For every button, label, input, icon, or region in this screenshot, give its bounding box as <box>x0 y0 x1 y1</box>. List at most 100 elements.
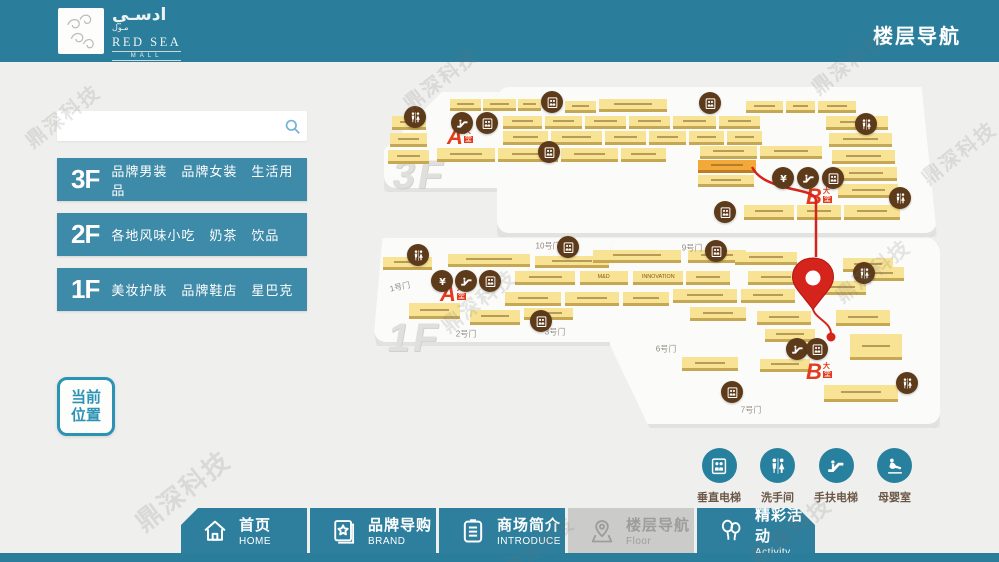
store-block[interactable] <box>545 116 582 129</box>
store-block[interactable] <box>786 101 815 113</box>
nav-item-home[interactable]: 首页HOME <box>181 508 307 553</box>
store-block[interactable] <box>621 148 666 162</box>
store-block[interactable] <box>388 150 429 164</box>
elevator-icon <box>699 92 721 114</box>
floor-button-3f[interactable]: 3F 品牌男装 品牌女装 生活用品 <box>57 158 307 201</box>
store-block[interactable] <box>844 205 900 220</box>
store-block[interactable] <box>835 167 897 181</box>
store-block[interactable] <box>700 146 757 159</box>
gate-label: 2号门 <box>456 329 476 340</box>
store-block[interactable] <box>824 385 898 402</box>
page-title: 楼层导航 <box>873 20 961 49</box>
store-block[interactable] <box>673 289 737 303</box>
store-block[interactable] <box>518 99 541 111</box>
restroom-icon <box>896 372 918 394</box>
store-block[interactable] <box>505 292 561 306</box>
store-block[interactable] <box>470 310 520 325</box>
store-block[interactable] <box>689 131 724 145</box>
store-block[interactable] <box>623 292 669 306</box>
store-block[interactable] <box>760 359 810 372</box>
store-block[interactable] <box>832 150 895 164</box>
store-block[interactable] <box>551 131 602 145</box>
zone-suffix-bottom: 堂 <box>823 371 832 378</box>
store-block[interactable] <box>515 271 575 285</box>
restroom-icon <box>853 262 875 284</box>
store-label: INNOVATION <box>642 274 675 279</box>
money-icon: ¥ <box>772 167 794 189</box>
store-block[interactable] <box>483 99 516 111</box>
store-block[interactable] <box>629 116 670 129</box>
search-icon[interactable] <box>277 111 307 141</box>
elevator-icon <box>476 112 498 134</box>
store-block[interactable] <box>829 133 892 147</box>
store-block[interactable] <box>593 250 681 263</box>
store-block[interactable] <box>757 311 811 325</box>
store-block[interactable] <box>744 205 794 220</box>
store-block[interactable] <box>698 160 756 173</box>
gate-label: 6号门 <box>656 344 676 355</box>
store-block[interactable]: INNOVATION <box>633 271 683 285</box>
store-block[interactable] <box>698 175 754 187</box>
elevator-icon <box>822 167 844 189</box>
legend-label: 母婴室 <box>878 489 911 505</box>
store-block[interactable] <box>599 99 667 112</box>
store-block[interactable] <box>746 101 783 113</box>
escalator-icon <box>797 167 819 189</box>
current-location-button[interactable]: 当前 位置 <box>57 377 115 436</box>
zone-suffix-bottom: 堂 <box>823 196 832 203</box>
store-block[interactable] <box>437 148 495 162</box>
nav-item-brand[interactable]: 品牌导购BRAND <box>310 508 436 553</box>
store-block[interactable] <box>690 307 746 321</box>
logo-arabic-line1: ادسـي <box>112 6 181 23</box>
store-block[interactable] <box>448 254 530 267</box>
store-block[interactable] <box>450 99 481 111</box>
search-box <box>57 111 307 141</box>
floor-button-1f[interactable]: 1F美妆护肤 品牌鞋店 星巴克 <box>57 268 307 311</box>
store-block[interactable] <box>673 116 716 129</box>
store-block[interactable] <box>735 252 797 265</box>
elevator-icon <box>530 310 552 332</box>
store-block[interactable] <box>565 101 596 113</box>
legend-item-escalator: 手扶电梯 <box>806 448 866 505</box>
floor-button-2f[interactable]: 2F各地风味小吃 奶茶 饮品 <box>57 213 307 256</box>
nav-item-floor[interactable]: 楼层导航Floor <box>568 508 694 553</box>
store-block[interactable] <box>565 292 619 306</box>
floor-categories: 美妆护肤 品牌鞋店 星巴克 <box>111 280 293 299</box>
nav-item-introduce[interactable]: 商场简介INTRODUCE <box>439 508 565 553</box>
store-block[interactable] <box>390 133 427 147</box>
store-block[interactable] <box>850 334 902 360</box>
search-input[interactable] <box>57 111 277 141</box>
restroom-icon <box>404 106 426 128</box>
store-block[interactable] <box>719 116 760 129</box>
zone-label-b-1f: B大堂 <box>806 361 832 383</box>
store-block[interactable] <box>760 146 822 159</box>
legend-label: 洗手间 <box>761 489 794 505</box>
store-block[interactable]: M&D <box>580 271 628 285</box>
elevator-icon <box>705 240 727 262</box>
logo-name: RED SEA <box>112 36 181 49</box>
store-block[interactable] <box>561 148 618 162</box>
elevator-icon <box>541 91 563 113</box>
elevator-icon <box>806 338 828 360</box>
store-block[interactable] <box>818 101 856 113</box>
elevator-icon <box>714 201 736 223</box>
store-block[interactable] <box>686 271 730 285</box>
nav-item-activity[interactable]: 精彩活动Activity <box>697 508 815 553</box>
store-block[interactable] <box>682 357 738 371</box>
store-block[interactable] <box>741 289 795 303</box>
store-block[interactable] <box>585 116 626 129</box>
restroom-icon <box>889 187 911 209</box>
nav-label-zh: 首页 <box>239 514 271 535</box>
bottom-accent-strip <box>0 553 999 562</box>
store-block[interactable] <box>503 116 542 129</box>
store-block[interactable] <box>605 131 646 145</box>
store-block[interactable] <box>748 271 804 285</box>
nav-label-en: HOME <box>239 536 271 547</box>
zone-label-b-3f: B大堂 <box>806 186 832 208</box>
floor-number: 3F <box>71 164 99 195</box>
store-block[interactable] <box>649 131 686 145</box>
store-block[interactable] <box>727 131 762 145</box>
store-block[interactable] <box>836 310 890 326</box>
logo-wordmark: ادسـي مـول RED SEA MALL <box>112 6 181 61</box>
floor-categories: 品牌男装 品牌女装 生活用品 <box>111 161 307 199</box>
